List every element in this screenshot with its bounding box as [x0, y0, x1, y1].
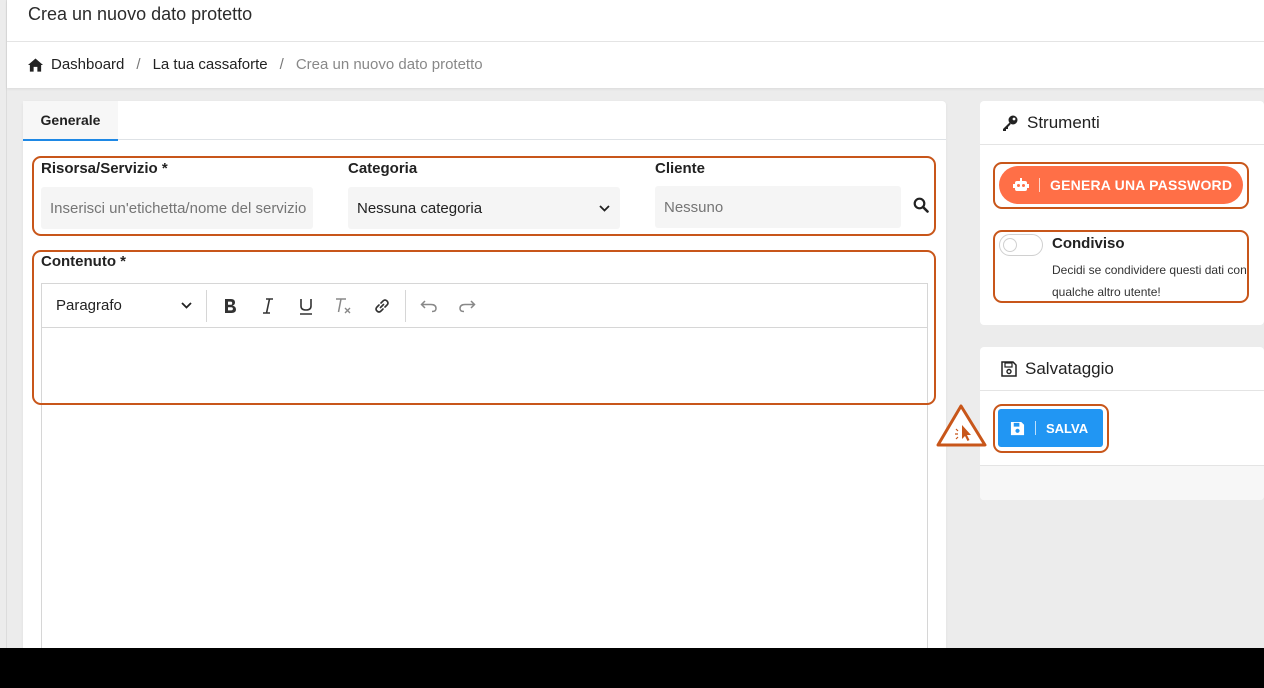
- undo-icon: [420, 299, 437, 312]
- home-icon: [28, 57, 43, 72]
- breadcrumb-separator: /: [279, 56, 284, 73]
- save-card-footer: [980, 466, 1264, 500]
- bold-button[interactable]: [211, 290, 249, 322]
- rich-text-editor: Paragrafo: [41, 283, 928, 648]
- button-divider: [1035, 421, 1036, 435]
- robot-icon: [1013, 178, 1029, 191]
- shared-description: Decidi se condividere questi dati con qu…: [1052, 263, 1247, 299]
- page-title: Crea un nuovo dato protetto: [28, 4, 253, 24]
- italic-icon: [263, 297, 273, 314]
- key-icon: [1003, 115, 1018, 131]
- cursor-marker-icon: [936, 404, 987, 447]
- editor-toolbar: Paragrafo: [42, 284, 927, 328]
- chevron-down-icon: [599, 204, 610, 212]
- save-button[interactable]: SALVA: [998, 409, 1103, 447]
- breadcrumb: Dashboard / La tua cassaforte / Crea un …: [28, 56, 483, 73]
- italic-button[interactable]: [249, 290, 287, 322]
- paragraph-style-dropdown[interactable]: Paragrafo: [42, 289, 207, 322]
- tab-generale[interactable]: Generale: [23, 101, 118, 141]
- generate-password-label: GENERA UNA PASSWORD: [1050, 177, 1233, 193]
- client-label: Cliente: [655, 160, 706, 177]
- underline-button[interactable]: [287, 290, 325, 322]
- save-card: Salvataggio SALVA: [980, 347, 1264, 500]
- redo-button[interactable]: [448, 290, 486, 322]
- page-header: Crea un nuovo dato protetto Dashboard / …: [7, 0, 1264, 88]
- search-icon[interactable]: [913, 197, 929, 213]
- toolbar-separator: [405, 289, 406, 322]
- clear-format-button[interactable]: [325, 290, 363, 322]
- category-select[interactable]: Nessuna categoria: [348, 187, 620, 229]
- redo-icon: [459, 299, 476, 312]
- save-card-title: Salvataggio: [1025, 358, 1114, 378]
- resource-input[interactable]: [41, 187, 313, 229]
- undo-button[interactable]: [410, 290, 448, 322]
- editor-content-area[interactable]: [42, 329, 927, 648]
- client-input[interactable]: [655, 186, 901, 228]
- bold-icon: [225, 298, 236, 313]
- breadcrumb-vault[interactable]: La tua cassaforte: [153, 56, 268, 73]
- breadcrumb-separator: /: [136, 56, 141, 73]
- floppy-disk-icon: [1001, 360, 1017, 377]
- save-label: SALVA: [1046, 420, 1089, 436]
- floppy-disk-icon: [1010, 421, 1025, 435]
- link-button[interactable]: [363, 290, 401, 322]
- generate-password-button[interactable]: GENERA UNA PASSWORD: [999, 166, 1243, 204]
- shared-title: Condiviso: [1052, 235, 1125, 252]
- tools-card-header: Strumenti: [980, 101, 1264, 145]
- tools-card-title: Strumenti: [1027, 112, 1100, 132]
- category-selected-value: Nessuna categoria: [357, 199, 483, 217]
- button-divider: [1039, 178, 1040, 192]
- app-viewport: Crea un nuovo dato protetto Dashboard / …: [0, 0, 1264, 648]
- category-label: Categoria: [348, 160, 418, 177]
- link-icon: [375, 298, 389, 313]
- breadcrumb-current: Crea un nuovo dato protetto: [295, 56, 483, 73]
- shared-toggle[interactable]: [999, 234, 1043, 256]
- save-card-header: Salvataggio: [980, 347, 1264, 391]
- clear-format-icon: [336, 297, 351, 313]
- tab-bar: Generale: [23, 101, 946, 141]
- chevron-down-icon: [181, 302, 192, 309]
- toggle-knob: [1003, 238, 1017, 252]
- tools-card: Strumenti GENERA UNA PASSWORD Condiviso …: [980, 101, 1264, 325]
- underline-icon: [300, 298, 312, 315]
- paragraph-style-value: Paragrafo: [56, 297, 122, 314]
- left-border: [6, 0, 7, 648]
- breadcrumb-dashboard[interactable]: Dashboard: [51, 56, 124, 73]
- header-divider: [7, 41, 1264, 42]
- main-form-card: Generale Risorsa/Servizio * Categoria Ne…: [23, 101, 946, 648]
- content-label: Contenuto *: [41, 253, 126, 270]
- bottom-black-bar: [0, 648, 1264, 688]
- resource-label: Risorsa/Servizio *: [41, 160, 168, 177]
